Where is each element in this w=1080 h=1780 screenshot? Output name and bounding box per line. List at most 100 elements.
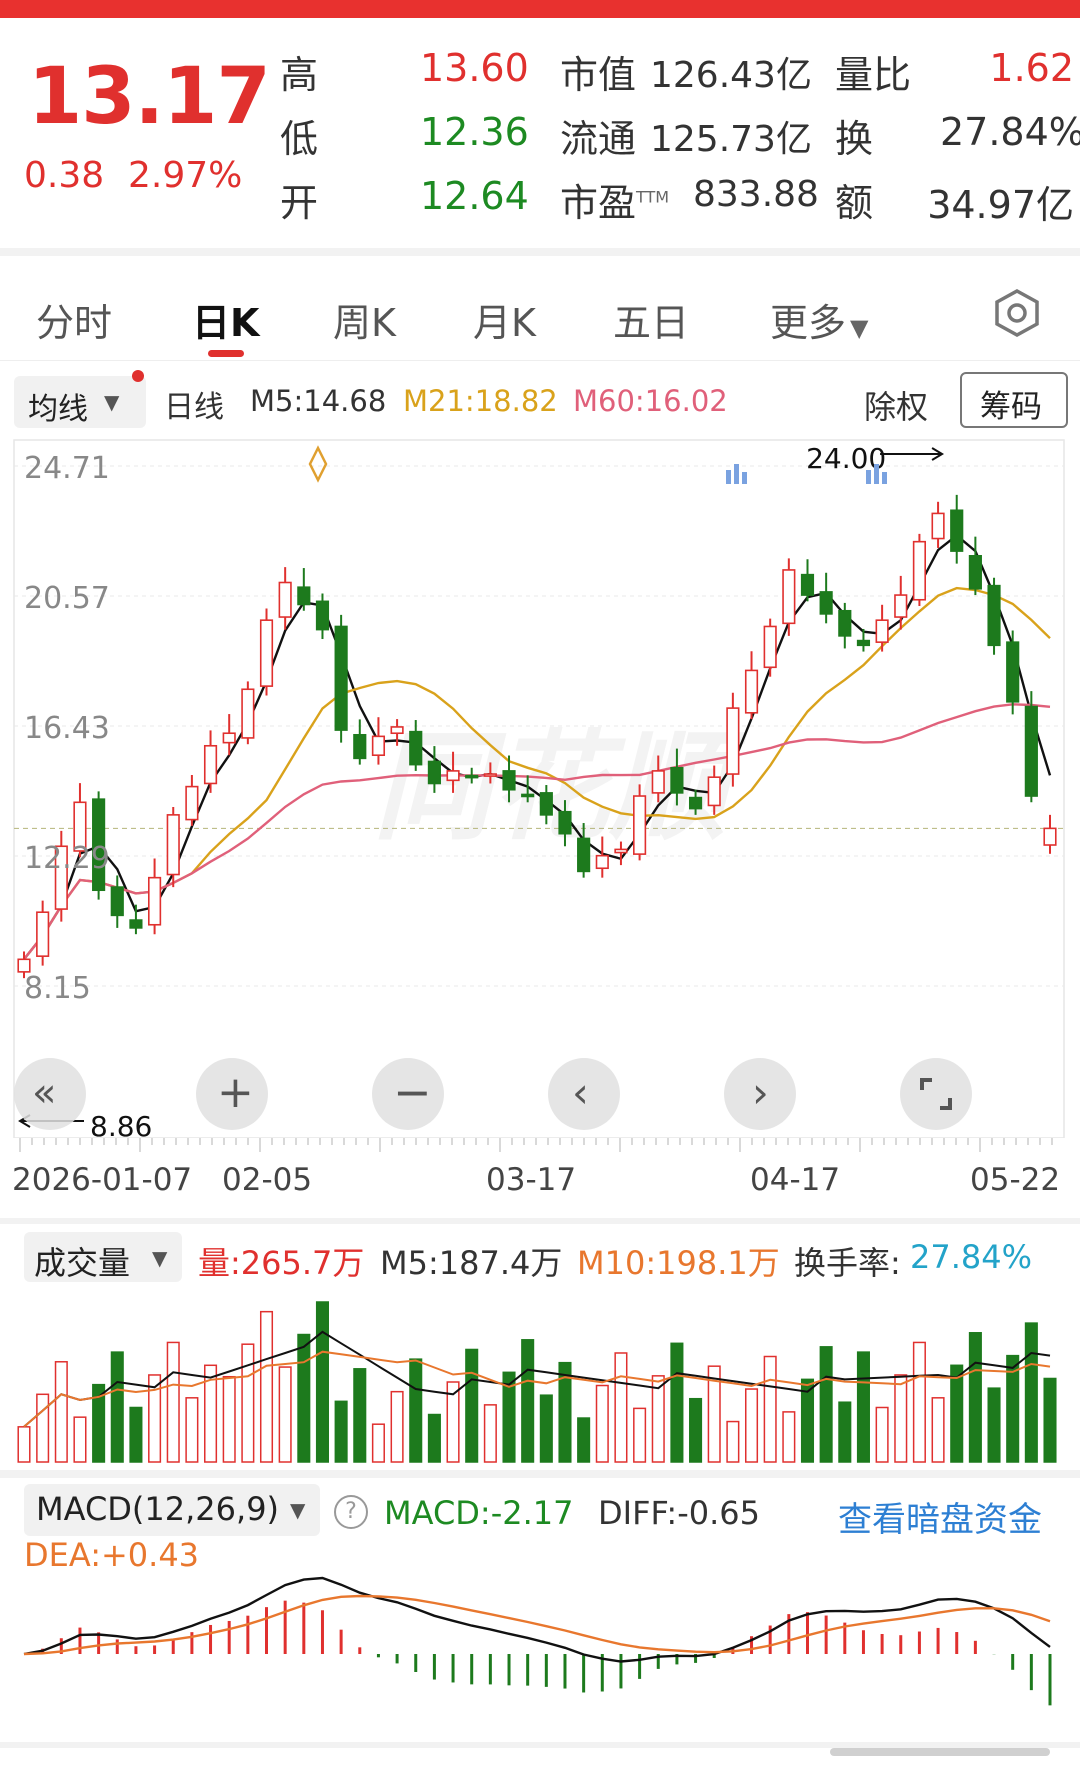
ma-period-label: 日线 <box>164 390 224 425</box>
volume-bar <box>297 1333 311 1463</box>
candle-down <box>558 810 572 835</box>
chips-button[interactable]: 筹码 <box>960 372 1068 428</box>
volume-dropdown-label: 成交量 <box>34 1244 131 1282</box>
volume-bar <box>409 1358 423 1463</box>
ma21-value: M21:18.82 <box>403 384 558 418</box>
volume-bar <box>670 1342 684 1463</box>
settings-hexagon-icon[interactable] <box>992 288 1042 338</box>
candle-up <box>203 744 218 785</box>
stat-value-high: 13.60 <box>420 46 529 90</box>
last-price: 13.17 <box>28 52 271 142</box>
volume-bar <box>875 1406 889 1463</box>
candle-up <box>222 732 236 744</box>
macd-indicator-dropdown[interactable]: MACD(12,26,9) ▼ <box>24 1484 320 1536</box>
candlestick-chart[interactable]: 同花顺 24.7120.5716.4312.298.15 24.008.86 <box>0 438 1080 1138</box>
diamond-event-icon <box>308 445 328 483</box>
tab-monthly-k[interactable]: 月K <box>473 292 536 347</box>
stat-value-mktcap: 126.43亿 <box>650 55 812 96</box>
tab-weekly-k[interactable]: 周K <box>333 292 396 347</box>
volume-bar <box>427 1413 441 1463</box>
candle-down <box>950 509 964 552</box>
volume-indicator-dropdown[interactable]: 成交量 ▼ <box>24 1232 182 1282</box>
stat-value-open: 12.64 <box>420 174 529 218</box>
active-tab-indicator <box>208 350 244 357</box>
stat-label-pe-sup: TTM <box>636 187 670 207</box>
candle-up <box>763 625 777 669</box>
candle-up <box>390 726 404 735</box>
top-status-strip <box>0 0 1080 18</box>
ma-dropdown[interactable]: 均线 ▼ <box>14 376 146 428</box>
chevron-right-icon: › <box>752 1068 769 1117</box>
macd-histogram <box>41 1600 1052 1706</box>
zoom-out-button[interactable]: − <box>372 1058 444 1130</box>
pan-right-button[interactable]: › <box>724 1058 796 1130</box>
candle-up <box>744 669 759 714</box>
chevron-left-icon: ‹ <box>572 1068 589 1117</box>
chevron-down-icon: ▼ <box>104 390 120 414</box>
volume-bar <box>856 1351 870 1463</box>
volume-bar <box>1043 1377 1057 1463</box>
candle-down <box>129 919 143 929</box>
candle-up <box>912 540 927 601</box>
scroll-left-fast-button[interactable]: « <box>14 1058 86 1130</box>
volume-value: 量:265.7万 <box>198 1244 365 1282</box>
tab-intraday[interactable]: 分时 <box>36 292 112 347</box>
date-label-4: 04-17 <box>750 1162 841 1198</box>
volume-bar <box>968 1332 982 1463</box>
pan-left-button[interactable]: ‹ <box>548 1058 620 1130</box>
candle-down <box>465 774 479 779</box>
volume-chart <box>17 1301 1057 1463</box>
volume-bar <box>166 1341 180 1463</box>
volume-bar <box>912 1341 926 1463</box>
candle-up <box>446 770 460 782</box>
tab-five-day[interactable]: 五日 <box>613 292 689 347</box>
adjust-toggle[interactable]: 除权 <box>864 382 928 428</box>
stat-value-float: 125.73亿 <box>650 119 812 160</box>
stat-value-amount: 34.97亿 <box>927 183 1074 227</box>
ma-dropdown-label: 均线 <box>28 392 88 427</box>
candle-up <box>17 958 31 973</box>
fullscreen-button[interactable] <box>900 1058 972 1130</box>
candle-up <box>726 707 740 775</box>
date-label-2: 02-05 <box>222 1162 313 1198</box>
candle-down <box>353 733 367 760</box>
section-divider <box>0 1470 1080 1478</box>
tab-more[interactable]: 更多 ▼ <box>770 292 868 347</box>
price-tick-label: 12.29 <box>24 841 110 876</box>
volume-bar <box>483 1404 497 1463</box>
stat-value-low: 12.36 <box>420 110 529 154</box>
tab-daily-k[interactable]: 日K <box>192 292 259 347</box>
volume-bar <box>782 1411 796 1463</box>
volume-bar <box>390 1390 404 1463</box>
candle-up <box>1043 827 1057 846</box>
volume-bar <box>539 1394 553 1463</box>
diff-value: DIFF:-0.65 <box>598 1494 760 1532</box>
candle-up <box>651 770 665 794</box>
dea-value: DEA:+0.43 <box>24 1536 200 1574</box>
candle-up <box>483 773 497 777</box>
dark-pool-link[interactable]: 查看暗盘资金 <box>838 1492 1042 1541</box>
help-icon[interactable]: ? <box>334 1495 368 1529</box>
price-tick-label: 20.57 <box>24 581 110 616</box>
candle-down <box>502 770 516 791</box>
volume-bar <box>894 1374 908 1463</box>
volume-bar <box>521 1339 535 1463</box>
candle-up <box>259 619 274 687</box>
zoom-in-button[interactable]: + <box>196 1058 268 1130</box>
volume-bar <box>633 1407 647 1463</box>
volume-bar <box>614 1352 628 1463</box>
candle-down <box>800 573 815 596</box>
volume-bar <box>595 1384 609 1463</box>
volume-bar <box>1024 1322 1038 1463</box>
volume-bar <box>726 1420 740 1463</box>
volume-bar <box>950 1364 964 1463</box>
candle-up <box>894 594 908 618</box>
volume-bar <box>931 1397 945 1463</box>
low-price-marker: 8.86 <box>90 1110 152 1138</box>
candle-up <box>147 876 162 926</box>
stat-value-volratio: 1.62 <box>989 46 1074 90</box>
stat-label-mktcap: 市值 <box>560 53 637 97</box>
section-divider <box>0 1218 1080 1224</box>
fullscreen-icon <box>920 1078 952 1110</box>
candle-down <box>577 837 591 873</box>
